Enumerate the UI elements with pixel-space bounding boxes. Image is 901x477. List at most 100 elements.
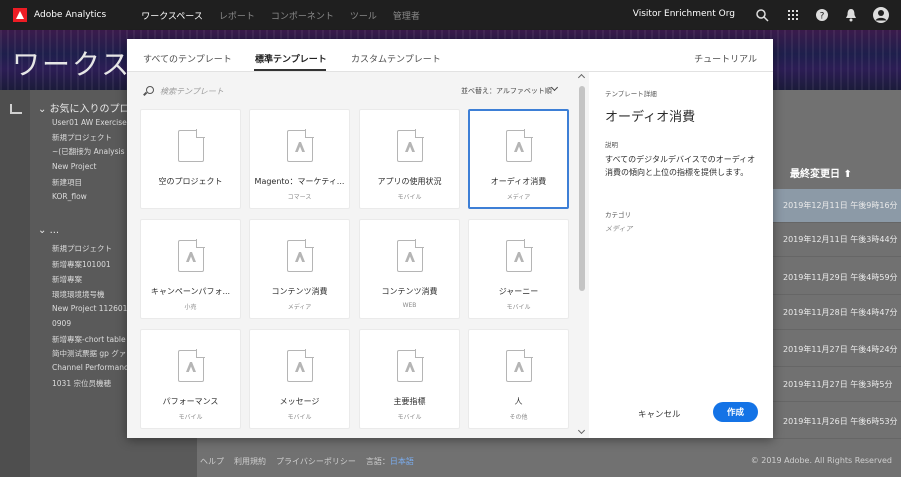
list-item[interactable]: 新規プロジェクト <box>52 243 112 254</box>
chevron-down-icon[interactable] <box>550 83 559 92</box>
footer-language-label: 言語：日本語 <box>365 457 414 466</box>
list-item[interactable]: New Project <box>52 162 96 171</box>
template-card[interactable]: 主要指標 モバイル <box>359 329 460 429</box>
footer-terms-link[interactable]: 利用規約 <box>234 456 266 467</box>
scroll-thumb[interactable] <box>579 86 585 291</box>
table-row[interactable]: 2019年12月11日 午後9時16分 <box>773 189 901 223</box>
template-search-input[interactable] <box>160 84 300 98</box>
scroll-down-icon[interactable] <box>577 426 586 435</box>
nav-links: ワークスペース レポート コンポーネント ツール 管理者 <box>141 9 420 22</box>
tutorial-link[interactable]: チュートリアル <box>694 52 757 65</box>
footer-language-link[interactable]: 日本語 <box>390 457 414 466</box>
template-card[interactable]: メッセージ モバイル <box>249 329 350 429</box>
template-category: メディア <box>506 194 531 201</box>
nav-reports[interactable]: レポート <box>219 9 255 22</box>
table-row[interactable]: 2019年11月26日 午後6時53分 <box>773 405 901 439</box>
adobe-document-icon <box>506 129 533 162</box>
template-card[interactable]: コンテンツ消費 WEB <box>359 219 460 319</box>
template-card-selected[interactable]: オーディオ消費 メディア <box>468 109 569 209</box>
adobe-document-icon <box>397 349 424 382</box>
adobe-document-icon <box>287 129 314 162</box>
adobe-document-icon <box>397 129 424 162</box>
list-item[interactable]: 環境環境境号機 <box>52 289 105 300</box>
template-card[interactable]: キャンペーンパフォ... 小売 <box>140 219 241 319</box>
table-row[interactable]: 2019年11月27日 午後4時24分 <box>773 333 901 367</box>
table-row[interactable]: 2019年11月29日 午後4時59分 <box>773 261 901 295</box>
list-item[interactable]: ~(已翻接为 Analysis W <box>52 146 134 157</box>
list-item[interactable]: 新增專案101001 <box>52 259 111 270</box>
template-category: 小売 <box>184 304 197 311</box>
search-icon[interactable] <box>755 8 769 22</box>
sort-dropdown[interactable]: 並べ替え：アルファベット順 <box>461 86 552 96</box>
nav-workspace[interactable]: ワークスペース <box>141 9 203 22</box>
list-item[interactable]: 0909 <box>52 319 71 328</box>
blank-document-icon <box>178 129 205 162</box>
table-row[interactable]: 2019年11月28日 午後4時47分 <box>773 296 901 330</box>
template-card[interactable]: Magento：マーケティ... コマース <box>249 109 350 209</box>
list-item[interactable]: 简中测试票据 gp グァ <box>52 348 126 359</box>
category-label: カテゴリ <box>605 211 631 219</box>
template-name: Magento：マーケティ... <box>254 177 345 186</box>
template-name: パフォーマンス <box>162 397 219 406</box>
template-category: モバイル <box>506 304 531 311</box>
footer-privacy-link[interactable]: プライバシーポリシー <box>276 456 356 467</box>
scroll-up-icon[interactable] <box>577 73 586 82</box>
template-name: 空のプロジェクト <box>158 177 223 186</box>
footer-help-link[interactable]: ヘルプ <box>200 456 224 467</box>
list-item[interactable]: User01 AW Exercises <box>52 118 131 127</box>
template-name: ジャーニー <box>498 287 539 296</box>
list-item[interactable]: New Project 112601 <box>52 304 127 313</box>
list-item[interactable]: KOR_flow <box>52 192 87 201</box>
nav-admin[interactable]: 管理者 <box>393 9 420 22</box>
notification-bell-icon[interactable] <box>844 8 858 22</box>
footer: ヘルプ 利用規約 プライバシーポリシー 言語：日本語 <box>200 456 414 467</box>
template-category: コマース <box>287 194 312 201</box>
template-card[interactable]: パフォーマンス モバイル <box>140 329 241 429</box>
template-category: モバイル <box>397 414 422 421</box>
list-item[interactable]: 新增專案 <box>52 274 82 285</box>
table-row[interactable]: 2019年12月11日 午後3時44分 <box>773 223 901 257</box>
template-name: オーディオ消費 <box>490 177 547 186</box>
copyright: © 2019 Adobe. All Rights Reserved <box>750 456 892 465</box>
details-description: すべてのデジタルデバイスでのオーディオ消費の傾向と上位の指標を提供します。 <box>605 155 756 177</box>
grid-scrollbar[interactable] <box>577 72 586 438</box>
nav-tools[interactable]: ツール <box>350 9 377 22</box>
template-card[interactable]: ジャーニー モバイル <box>468 219 569 319</box>
template-category: メディア <box>287 304 312 311</box>
last-modified-column-header[interactable]: 最終変更日 ⬆ <box>790 165 852 180</box>
list-item[interactable]: Channel Performance <box>52 363 133 372</box>
app-name: Adobe Analytics <box>34 10 107 20</box>
list-item[interactable]: 新建項目 <box>52 177 82 188</box>
tab-all-templates[interactable]: すべてのテンプレート <box>143 52 232 65</box>
template-card[interactable]: アプリの使用状況 モバイル <box>359 109 460 209</box>
org-switcher[interactable]: Visitor Enrichment Org <box>633 9 735 19</box>
projects-section-title[interactable]: ⌄ ... <box>38 225 59 236</box>
apps-grid-icon[interactable] <box>786 8 800 22</box>
nav-components[interactable]: コンポーネント <box>271 9 334 22</box>
user-avatar-icon[interactable] <box>873 7 889 23</box>
list-item[interactable]: 1031 宗位员機穂 <box>52 378 111 389</box>
template-category: その他 <box>509 414 528 421</box>
list-item[interactable]: 新增專案-chort table <box>52 334 126 345</box>
list-item[interactable]: 新規プロジェクト <box>52 132 112 143</box>
active-tab-indicator <box>254 69 326 71</box>
adobe-document-icon <box>397 239 424 272</box>
tab-custom-templates[interactable]: カスタムテンプレート <box>351 52 441 65</box>
create-button[interactable]: 作成 <box>713 402 758 422</box>
template-card[interactable]: 空のプロジェクト <box>140 109 241 209</box>
template-tabs: すべてのテンプレート 標準テンプレート カスタムテンプレート チュートリアル <box>127 39 773 72</box>
cancel-button[interactable]: キャンセル <box>638 408 681 420</box>
template-card[interactable]: コンテンツ消費 メディア <box>249 219 350 319</box>
tab-standard-templates[interactable]: 標準テンプレート <box>255 52 327 65</box>
table-row[interactable]: 2019年11月27日 午後3時5分 <box>773 368 901 402</box>
template-name: アプリの使用状況 <box>377 177 442 186</box>
favorites-section-title[interactable]: ⌄ お気に入りのプロ <box>38 100 130 115</box>
panel-icon[interactable] <box>10 104 22 114</box>
adobe-document-icon <box>506 239 533 272</box>
help-icon[interactable]: ? <box>815 8 829 22</box>
template-name: コンテンツ消費 <box>271 287 328 296</box>
adobe-logo-icon <box>13 8 27 22</box>
details-section-label: テンプレート詳細 <box>605 90 657 98</box>
banner-title: ワークス <box>12 48 132 81</box>
template-card[interactable]: 人 その他 <box>468 329 569 429</box>
